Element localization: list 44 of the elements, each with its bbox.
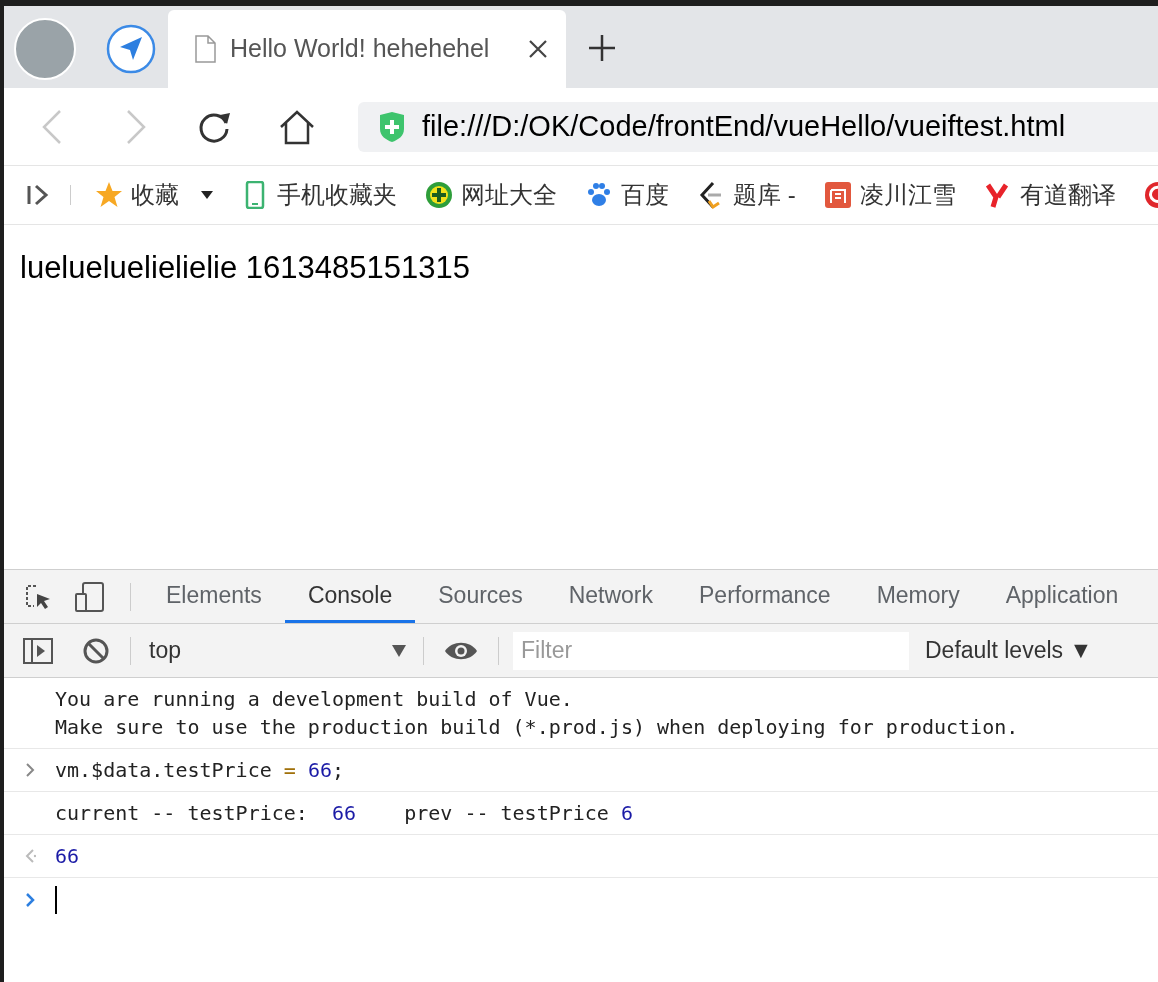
close-icon[interactable] bbox=[528, 39, 548, 59]
caret-icon bbox=[391, 643, 407, 658]
devtools-tab[interactable]: Network bbox=[545, 570, 676, 623]
bookmark[interactable]: 收藏 bbox=[95, 177, 213, 213]
return-arrow-icon bbox=[24, 848, 36, 864]
url-text: file:///D:/OK/Code/frontEnd/vueHello/vueiftest.html bbox=[422, 108, 1066, 144]
console-message: You are running a development build of Vue. Make sure to use the production build (*.prod.js) when deploying for production. bbox=[55, 686, 1019, 741]
star-icon bbox=[95, 181, 123, 209]
address-bar[interactable]: file:///D:/OK/Code/frontEnd/vueHello/vueiftest.html bbox=[358, 101, 1158, 152]
context-text: top bbox=[149, 636, 181, 666]
security-shield-icon bbox=[378, 110, 406, 143]
prompt-icon bbox=[24, 892, 36, 908]
device-toolbar-icon[interactable] bbox=[74, 580, 106, 613]
bookmark[interactable]: 百度 bbox=[585, 177, 669, 213]
browser-tab[interactable]: Hello World! hehehehel bbox=[168, 10, 566, 88]
page-text: luelueluelielielie 1613485151315 bbox=[20, 250, 470, 285]
bookmark[interactable]: 凌川江雪 bbox=[823, 177, 956, 213]
paw-icon bbox=[585, 181, 613, 209]
console-message: 66 bbox=[55, 843, 80, 870]
devtools-tab[interactable]: Performance bbox=[676, 570, 854, 623]
log-levels-dropdown[interactable]: Default levels ▼ bbox=[925, 633, 1093, 668]
plus-circle-icon bbox=[425, 181, 453, 209]
page-icon bbox=[194, 35, 216, 63]
character-tile-icon bbox=[823, 181, 852, 209]
clear-console-icon[interactable] bbox=[82, 636, 110, 665]
bookmark[interactable]: 题库 - bbox=[697, 177, 796, 213]
new-tab-icon[interactable] bbox=[588, 34, 616, 62]
console-message: current -- testPrice: 66 prev -- testPrice 6 bbox=[55, 800, 633, 827]
devtools-tab[interactable]: Application bbox=[982, 570, 1142, 623]
home-icon[interactable] bbox=[278, 108, 316, 145]
filter-field[interactable]: Filter bbox=[513, 631, 909, 670]
context-dropdown[interactable]: top bbox=[149, 633, 407, 668]
sidebar-toggle-icon[interactable] bbox=[22, 636, 54, 665]
bookmark[interactable]: 有道翻译 bbox=[983, 177, 1116, 213]
bookmark[interactable]: 手机收藏夹 bbox=[241, 177, 397, 213]
caret-icon[interactable] bbox=[201, 191, 213, 199]
inspect-element-icon[interactable] bbox=[24, 582, 52, 611]
chevron-icon bbox=[24, 762, 36, 778]
devtools-tab[interactable]: Sources bbox=[415, 570, 546, 623]
tab-title: Hello World! hehehehel bbox=[230, 33, 491, 65]
console-command: vm.$data.testPrice = 66; bbox=[55, 757, 344, 784]
bookmark[interactable]: 网址大全 bbox=[425, 177, 557, 213]
devtools-tab[interactable]: Memory bbox=[853, 570, 983, 623]
devtools-tab[interactable]: Elements bbox=[143, 570, 285, 623]
